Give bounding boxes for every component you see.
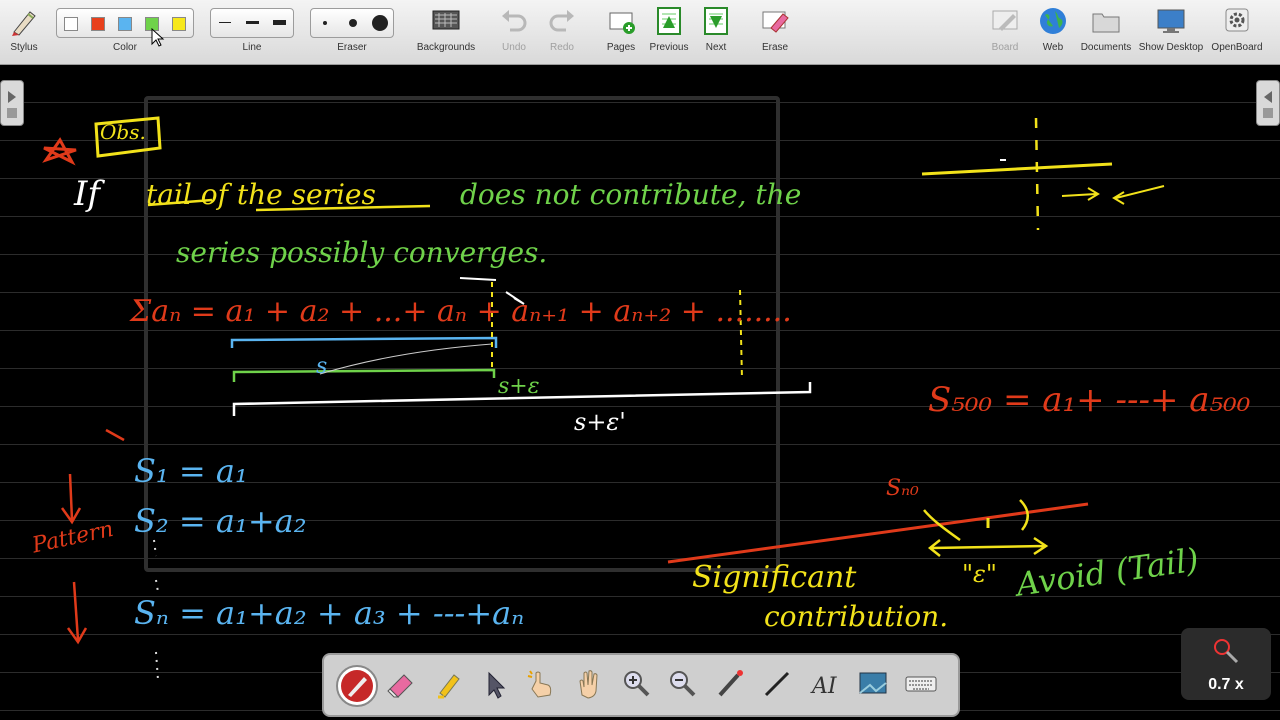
epsilon-arrow [927,536,1049,557]
arrow-cursor-icon [488,671,506,699]
laser-pointer-button[interactable] [712,665,750,703]
text-tool-button[interactable]: AI [806,665,844,703]
pen-tool-button[interactable] [336,665,378,707]
s1-text: S₁ = a₁ [134,452,248,490]
converges-text: series possibly converges. [176,236,548,269]
obs-text: Obs. [100,120,146,144]
zoom-in-button[interactable] [618,665,656,703]
s-label: s [316,354,328,379]
tool-dock: AI [322,653,960,717]
zoom-indicator: 0.7 x [1181,628,1271,700]
s-epsilon-label: s+ε [498,374,540,399]
zoom-in-icon [624,671,650,697]
sn-text: Sₙ = a₁+a₂ + a₃ + ---+aₙ [134,594,525,632]
highlighter-tool-button[interactable] [430,665,468,703]
star-mark [42,137,77,166]
virtual-keyboard-button[interactable] [902,665,940,703]
pointing-hand-icon [527,670,552,698]
converging-arrows [1061,185,1165,205]
highlighter-icon [438,674,460,699]
s-epsilon-prime-label: s+ε' [574,408,626,436]
red-tick [105,428,125,442]
red-sequence-line [667,502,1089,564]
series-sum-text: Σaₙ = a₁ + a₂ + ...+ aₙ + aₙ₊₁ + aₙ₊₂ + … [130,294,792,329]
significant-text: Significant [692,560,857,595]
interact-tool-button[interactable] [522,665,560,703]
eraser-icon [387,674,413,698]
small-dash [459,277,497,281]
axis-line [921,162,1113,176]
laser-pointer-icon [718,670,743,697]
mouse-cursor-icon [151,28,165,47]
keyboard-icon [905,676,937,692]
epsilon-quote-text: "ε" [962,560,997,588]
pattern-arrow-1 [60,473,82,525]
capture-tool-button[interactable] [854,665,892,703]
contribute-text: does not contribute, the [460,178,802,211]
line-drawing-button[interactable] [758,665,796,703]
sn0-text: Sₙ₀ [886,476,919,501]
pattern-arrow-2 [66,581,88,645]
zoom-out-icon [670,671,696,697]
zoom-out-button[interactable] [664,665,702,703]
s500-text: S₅₀₀ = a₁+ ---+ a₅₀₀ [928,380,1251,420]
eraser-tool-button[interactable] [382,665,420,703]
zoom-level-text: 0.7 x [1208,676,1244,693]
s2-text: S₂ = a₁+a₂ [134,502,307,540]
selector-tool-button[interactable] [476,665,514,703]
straight-line-icon [764,671,790,697]
hand-icon [579,670,598,699]
blue-bracket [230,336,498,348]
hand-tool-button[interactable] [570,665,608,703]
text-tool-icon: AI [810,674,838,699]
pen-icon [341,670,373,702]
screen-capture-icon [859,672,887,694]
tail-text: tail of the series [146,178,376,211]
green-bracket [232,368,496,382]
axis-vertical [1034,117,1040,231]
contribution-text: contribution. [764,600,949,633]
if-text: If [74,174,101,214]
magnifier-icon [1214,639,1239,664]
svg-text:AI: AI [810,674,838,699]
